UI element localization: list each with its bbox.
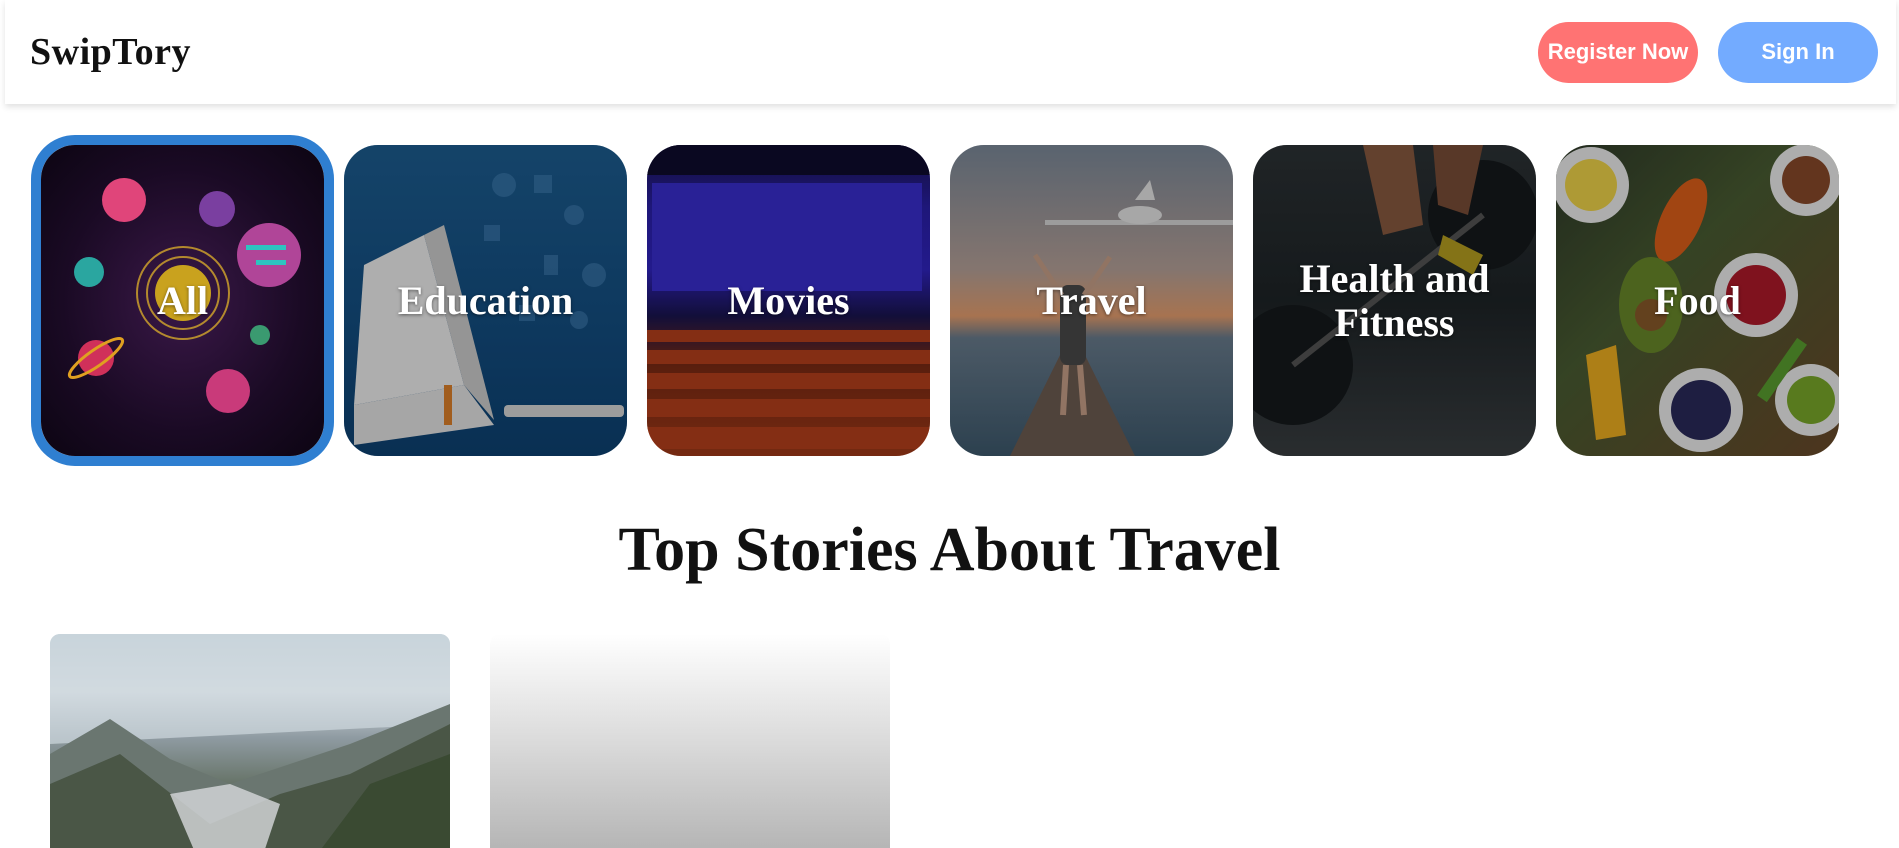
category-list: All Education Movies Travel Health and F…: [31, 135, 1839, 466]
category-label: Movies: [727, 277, 850, 323]
signin-button[interactable]: Sign In: [1718, 21, 1878, 83]
section-title: Top Stories About Travel: [618, 516, 1281, 584]
category-label: Travel: [1036, 277, 1147, 323]
register-button[interactable]: Register Now: [1538, 21, 1698, 83]
category-label: Education: [397, 277, 574, 323]
category-card-education[interactable]: Education: [344, 145, 627, 456]
story-card[interactable]: [50, 634, 450, 848]
category-label: Health and Fitness: [1299, 255, 1490, 345]
story-image: [50, 634, 450, 848]
category-card-movies[interactable]: Movies: [647, 145, 930, 456]
navbar: SwipTory Register Now Sign In: [5, 0, 1896, 104]
category-label: All: [156, 277, 209, 323]
story-card[interactable]: [490, 634, 890, 848]
category-card-health-fitness[interactable]: Health and Fitness: [1253, 145, 1536, 456]
category-card-travel[interactable]: Travel: [950, 145, 1233, 456]
app-logo[interactable]: SwipTory: [30, 30, 191, 74]
story-list: [50, 634, 890, 848]
category-label: Food: [1654, 277, 1741, 323]
category-card-food[interactable]: Food: [1556, 145, 1839, 456]
nav-actions: Register Now Sign In: [1538, 21, 1878, 83]
category-card-all[interactable]: All: [31, 135, 334, 466]
